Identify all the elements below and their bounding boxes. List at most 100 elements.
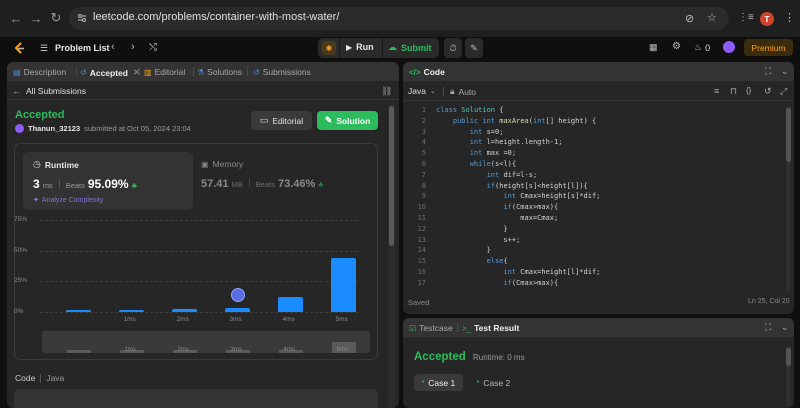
fullscreen-icon[interactable]: ⤢: [780, 86, 787, 97]
menu-icon[interactable]: ⋮: [784, 11, 795, 24]
eye-off-icon[interactable]: ⊘: [685, 12, 694, 25]
user-avatar[interactable]: [723, 41, 735, 53]
address-bar[interactable]: leetcode.com/problems/container-with-mos…: [69, 7, 729, 30]
case-1-tab[interactable]: • Case 1: [414, 374, 463, 391]
code-line[interactable]: while(s<l){: [436, 160, 516, 168]
runtime-box[interactable]: ◷ Runtime 3 ms Beats 95.09% ♣ ✦ Analyze …: [23, 152, 193, 210]
tab-test-result[interactable]: >_ Test Result: [462, 323, 519, 333]
tab-testcase[interactable]: ☑ Testcase: [409, 323, 453, 333]
author-name[interactable]: Thanun_32123: [28, 124, 80, 133]
y-tick-label: 50%: [14, 246, 28, 254]
layout-icon[interactable]: ▦: [649, 42, 658, 53]
code-line[interactable]: int max =0;: [436, 149, 516, 157]
problem-list-link[interactable]: Problem List: [55, 43, 110, 53]
link-icon[interactable]: ⛓: [381, 86, 392, 97]
settings-icon[interactable]: ⚙: [672, 41, 681, 52]
chart-bar-2ms[interactable]: [172, 308, 197, 312]
memory-stat[interactable]: ▣ Memory 57.41 MB Beats 73.46% ♣: [201, 159, 324, 190]
leaf-icon: ♣: [131, 181, 137, 190]
submit-button[interactable]: ☁ Submit: [388, 42, 432, 53]
site-settings-icon[interactable]: [77, 13, 87, 23]
scroll-thumb[interactable]: [389, 106, 394, 246]
left-scrollbar[interactable]: [388, 102, 395, 408]
code-line[interactable]: int l=height.length-1;: [436, 138, 563, 146]
code-icon: </>: [409, 67, 421, 77]
mini-x-label: 1ms: [124, 347, 136, 353]
code-line[interactable]: int dif=l-s;: [436, 171, 538, 179]
maximize-icon[interactable]: ⛶: [765, 66, 771, 77]
tab-editorial[interactable]: ▥ Editorial: [144, 67, 185, 77]
next-problem-icon[interactable]: ›: [131, 41, 135, 53]
result-scroll-thumb[interactable]: [786, 348, 791, 366]
profile-avatar[interactable]: T: [760, 12, 774, 26]
analyze-complexity-link[interactable]: ✦ Analyze Complexity: [33, 196, 103, 205]
your-submission-marker[interactable]: [230, 287, 245, 302]
url-text[interactable]: leetcode.com/problems/container-with-mos…: [93, 11, 339, 23]
tab-solutions[interactable]: ⚗ Solutions: [197, 67, 242, 77]
run-button[interactable]: ▶ Run: [346, 42, 374, 52]
streak-counter[interactable]: ♨ 0: [694, 42, 710, 53]
list-icon[interactable]: ☰: [40, 43, 48, 54]
collapse-icon[interactable]: ⌄: [781, 322, 789, 333]
tab-code[interactable]: </> Code: [409, 67, 445, 77]
braces-icon[interactable]: {}: [746, 86, 751, 95]
reload-icon[interactable]: ↻: [48, 10, 64, 26]
tab-description[interactable]: ▤ Description: [13, 67, 66, 77]
test-tab-bar: ☑ Testcase >_ Test Result ⛶ ⌄: [403, 318, 794, 337]
collapse-icon[interactable]: ⌄: [781, 66, 789, 77]
back-icon[interactable]: ←: [8, 10, 24, 26]
format-icon[interactable]: ≡: [714, 86, 719, 96]
line-number: 6: [421, 160, 426, 168]
cursor-position: Ln 25, Col 20: [748, 298, 790, 305]
line-number: 11: [417, 214, 426, 222]
code-line[interactable]: public int maxArea(int[] height) {: [436, 117, 596, 125]
chart-bar-0ms[interactable]: [66, 310, 91, 312]
code-line[interactable]: int Cmax=height[l]*dif;: [436, 268, 600, 276]
y-tick-label: 75%: [14, 216, 28, 223]
code-line[interactable]: if(height[s]<height[l]){: [436, 182, 588, 190]
range-selector[interactable]: [42, 331, 370, 353]
code-line[interactable]: }: [436, 225, 507, 233]
code-line[interactable]: max=Cmax;: [436, 214, 558, 222]
reset-icon[interactable]: ↺: [764, 86, 772, 97]
chart-bar-5ms[interactable]: [331, 258, 356, 312]
chart-bar-3ms[interactable]: [225, 307, 250, 312]
maximize-icon[interactable]: ⛶: [765, 322, 771, 333]
forward-icon[interactable]: →: [28, 10, 44, 26]
editorial-button[interactable]: ▭ Editorial: [251, 111, 312, 130]
code-line[interactable]: class Solution {: [436, 106, 503, 114]
solution-button[interactable]: ✎ Solution: [317, 111, 378, 130]
premium-button[interactable]: Premium: [744, 39, 793, 56]
shuffle-icon[interactable]: ⤭: [149, 42, 157, 53]
chart-bar-4ms[interactable]: [278, 297, 303, 312]
tab-submissions[interactable]: ↺ Submissions: [253, 67, 311, 77]
tab-accepted[interactable]: ↺ Accepted ✕: [80, 67, 140, 78]
prev-problem-icon[interactable]: ‹: [111, 41, 115, 53]
autosave-toggle[interactable]: 🔒︎ Auto: [450, 86, 476, 97]
all-submissions-link[interactable]: ← All Submissions: [12, 86, 86, 96]
line-number: 12: [417, 224, 426, 233]
code-line[interactable]: else{: [436, 257, 508, 265]
code-line[interactable]: int Cmax=height[s]*dif;: [436, 192, 600, 200]
bookmark-icon[interactable]: ⊓: [730, 86, 737, 97]
document-icon: ▤: [13, 67, 21, 77]
code-line[interactable]: }: [436, 246, 491, 254]
clock-icon: ◷: [33, 159, 41, 169]
case-2-tab[interactable]: • Case 2: [469, 374, 518, 391]
language-select[interactable]: Java ⌄: [408, 86, 436, 96]
result-scrollbar[interactable]: [786, 346, 791, 406]
notes-icon[interactable]: ✎: [465, 38, 483, 58]
leetcode-logo-icon[interactable]: [12, 41, 26, 55]
code-line[interactable]: int s=0;: [436, 128, 504, 136]
timer-icon[interactable]: ⏱: [444, 38, 462, 58]
chart-bar-1ms[interactable]: [119, 310, 144, 312]
code-scroll-thumb[interactable]: [786, 108, 791, 162]
extensions-icon[interactable]: ⋮≡: [738, 12, 754, 23]
code-scrollbar[interactable]: [786, 106, 791, 292]
star-icon[interactable]: ☆: [707, 11, 717, 24]
code-line[interactable]: if(Cmax>max){: [436, 203, 558, 211]
debug-icon[interactable]: ✱: [322, 41, 336, 55]
leaf-icon: ♣: [318, 180, 324, 189]
code-line[interactable]: s++;: [436, 236, 520, 244]
code-line[interactable]: if(Cmax>max){: [436, 279, 558, 287]
